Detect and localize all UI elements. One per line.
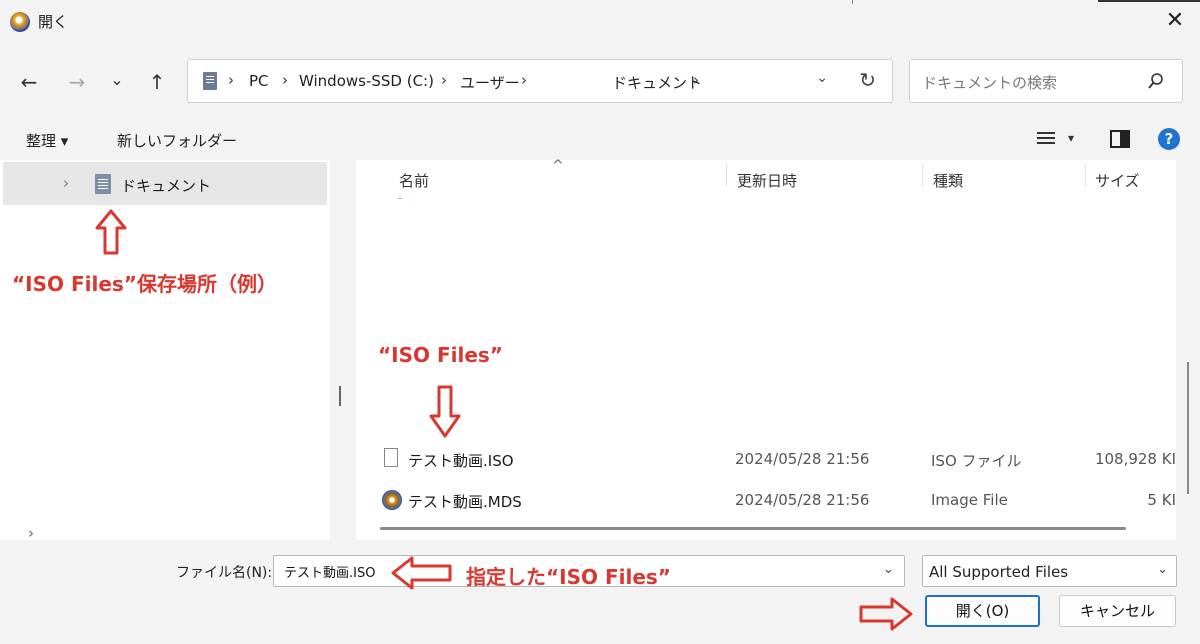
column-header-name[interactable]: 名前	[399, 170, 429, 191]
sort-ascending-icon: ^	[552, 158, 564, 174]
forward-button[interactable]: →	[64, 68, 90, 96]
back-button[interactable]: ←	[16, 68, 42, 96]
nav-item-documents[interactable]: › ドキュメント	[3, 162, 327, 205]
annotation-specified: 指定した“ISO Files”	[466, 565, 671, 589]
up-arrow-icon	[95, 209, 127, 255]
search-icon	[1148, 73, 1163, 89]
preview-pane-icon[interactable]	[1110, 130, 1130, 148]
file-type: ISO ファイル	[931, 452, 1022, 470]
file-name: テスト動画.MDS	[408, 493, 522, 511]
list-marker	[398, 198, 402, 199]
organize-menu[interactable]: 整理 ▾	[26, 130, 68, 151]
app-disc-icon	[10, 12, 30, 32]
file-icon	[384, 448, 398, 467]
breadcrumb-users[interactable]: ユーザー	[460, 72, 520, 93]
breadcrumb-separator: ›	[228, 71, 234, 89]
cancel-button[interactable]: キャンセル	[1059, 595, 1176, 627]
view-list-icon[interactable]	[1037, 132, 1055, 146]
search-box[interactable]: ドキュメントの検索	[909, 59, 1183, 103]
right-arrow-icon	[859, 597, 913, 631]
pane-splitter[interactable]	[339, 386, 341, 406]
filter-value: All Supported Files	[929, 563, 1069, 581]
table-row[interactable]: テスト動画.ISO 2024/05/28 21:56 ISO ファイル 108,…	[356, 440, 1176, 480]
annotation-location: “ISO Files”保存場所（例）	[12, 272, 277, 296]
breadcrumb-windows-ssd[interactable]: Windows-SSD (C:)	[299, 72, 434, 90]
expand-chevron-icon[interactable]: ›	[63, 174, 69, 192]
navigation-pane: › ドキュメント ›	[0, 160, 330, 542]
breadcrumb-pc[interactable]: PC	[249, 72, 269, 90]
window-title: 開く	[38, 13, 69, 31]
down-arrow-icon	[429, 385, 461, 438]
background-window-edge	[852, 0, 1200, 4]
breadcrumb-separator: ›	[521, 71, 527, 89]
filter-dropdown-icon: ⌄	[1157, 562, 1168, 577]
file-date: 2024/05/28 21:56	[735, 450, 870, 468]
nav-item-label: ドキュメント	[121, 177, 212, 195]
expand-chevron-icon[interactable]: ›	[28, 524, 34, 542]
close-button[interactable]: ✕	[1158, 7, 1192, 37]
breadcrumb-documents[interactable]: ドキュメント	[612, 72, 702, 93]
column-divider[interactable]	[922, 164, 923, 186]
table-row[interactable]: テスト動画.MDS 2024/05/28 21:56 Image File 5 …	[356, 481, 1176, 521]
new-folder-button[interactable]: 新しいフォルダー	[117, 130, 237, 151]
vertical-scrollbar[interactable]	[1187, 362, 1189, 494]
search-placeholder: ドキュメントの検索	[922, 74, 1058, 92]
address-dropdown-icon[interactable]: ⌄	[816, 70, 828, 86]
file-date: 2024/05/28 21:56	[735, 491, 870, 509]
column-divider[interactable]	[1085, 164, 1086, 186]
refresh-icon[interactable]: ↻	[859, 68, 876, 92]
column-header-date[interactable]: 更新日時	[737, 170, 797, 191]
title-bar: 開く ✕	[0, 0, 1200, 44]
filename-label: ファイル名(N):	[176, 565, 273, 581]
column-divider[interactable]	[726, 164, 727, 186]
left-arrow-icon	[391, 556, 452, 590]
file-name: テスト動画.ISO	[408, 452, 514, 470]
recent-locations-button[interactable]: ⌄	[106, 66, 128, 94]
breadcrumb-separator: ›	[693, 71, 699, 89]
column-header-size[interactable]: サイズ	[1095, 170, 1140, 191]
column-header-type[interactable]: 種類	[933, 170, 963, 191]
address-bar[interactable]: › PC › Windows-SSD (C:) › ユーザー › ドキュメント …	[187, 59, 893, 103]
filename-dropdown-icon[interactable]: ⌄	[883, 562, 894, 577]
file-type: Image File	[931, 491, 1008, 509]
horizontal-scrollbar[interactable]	[380, 527, 1126, 530]
breadcrumb-separator: ›	[282, 71, 288, 89]
up-button[interactable]: ↑	[144, 68, 170, 96]
pc-icon	[203, 72, 217, 90]
annotation-files: “ISO Files”	[378, 343, 503, 367]
disc-image-icon	[382, 490, 402, 510]
view-options-caret[interactable]: ▾	[1068, 131, 1074, 145]
file-type-filter[interactable]: All Supported Files ⌄	[922, 555, 1177, 587]
file-size: 5 KI	[1147, 491, 1176, 509]
open-button[interactable]: 開く(O)	[925, 595, 1040, 627]
documents-folder-icon	[95, 174, 111, 194]
file-size: 108,928 KI	[1094, 450, 1176, 468]
breadcrumb-separator: ›	[441, 71, 447, 89]
help-icon[interactable]: ?	[1158, 128, 1180, 150]
